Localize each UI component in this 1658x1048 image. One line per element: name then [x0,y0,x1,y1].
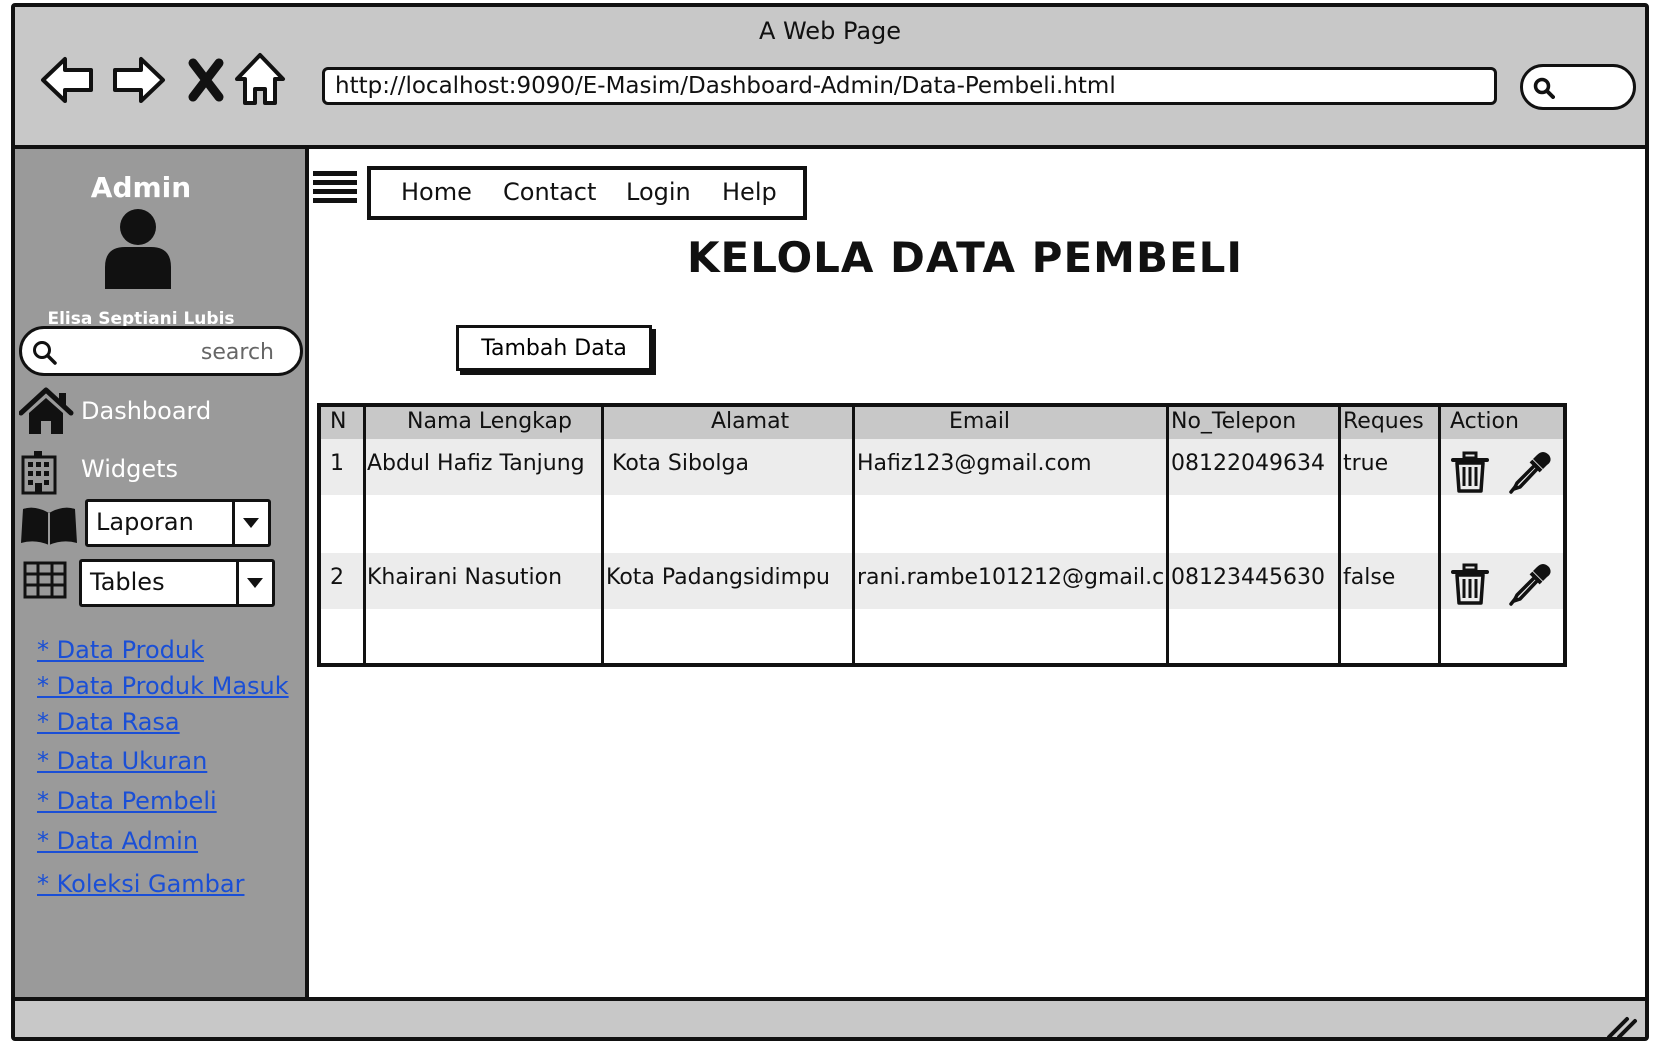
sidebar-item-widgets[interactable]: Widgets [19,445,299,495]
arrow-left-icon[interactable] [39,51,97,109]
trash-icon[interactable] [1451,451,1489,493]
sidebar-link-data-pembeli[interactable]: * Data Pembeli [37,787,217,815]
sidebar-link-data-admin[interactable]: * Data Admin [37,827,198,855]
sidebar-search[interactable] [19,326,303,376]
cell-no: 2 [330,565,344,590]
column-header: Alamat [711,409,790,434]
sidebar-link-koleksi-gambar[interactable]: * Koleksi Gambar [37,870,244,898]
cell-alamat: Kota Padangsidimpu [606,565,830,590]
column-divider [1166,407,1169,663]
cell-no: 1 [330,451,344,476]
data-table: N Nama Lengkap Alamat Email No_Telepon R… [317,403,1567,667]
sidebar-item-label: Dashboard [81,397,212,425]
column-header: No_Telepon [1171,409,1297,434]
arrow-right-icon[interactable] [109,51,167,109]
search-icon [33,341,57,365]
cell-nama: Khairani Nasution [367,565,563,590]
browser-window: A Web Page http://localhost:9090/E-Masim… [11,3,1649,1041]
hamburger-icon[interactable] [311,169,359,209]
cell-email: rani.rambe101212@gmail.c [857,565,1164,590]
browser-search[interactable] [1520,64,1636,110]
url-bar[interactable]: http://localhost:9090/E-Masim/Dashboard-… [322,67,1497,105]
laporan-select-value: Laporan [96,508,194,536]
book-icon [21,507,77,545]
eyedropper-icon[interactable] [1507,447,1555,495]
column-divider [1338,407,1341,663]
cell-email: Hafiz123@gmail.com [857,451,1092,476]
home-icon [19,387,74,434]
column-header: Reques [1343,409,1424,434]
sidebar-title: Admin [90,171,192,204]
sidebar-item-label: Widgets [81,455,179,483]
cell-telepon: 08122049634 [1171,451,1325,476]
user-avatar-icon [105,209,171,289]
sidebar-item-dashboard[interactable]: Dashboard [19,387,299,437]
trash-icon[interactable] [1451,563,1489,605]
cell-alamat: Kota Sibolga [612,451,749,476]
nav-home[interactable]: Home [401,178,472,206]
sidebar-link-data-ukuran[interactable]: * Data Ukuran [37,747,207,775]
tables-select[interactable]: Tables [79,559,275,607]
tables-select-value: Tables [90,568,165,596]
column-divider [1438,407,1441,663]
sidebar-link-data-produk[interactable]: * Data Produk [37,636,204,664]
search-input[interactable] [62,335,276,369]
top-nav: Home Contact Login Help [367,166,807,220]
browser-chrome: A Web Page http://localhost:9090/E-Masim… [15,7,1645,149]
resize-handle-icon[interactable] [1605,1013,1639,1039]
status-bar [15,997,1645,1039]
eyedropper-icon[interactable] [1507,559,1555,607]
nav-help[interactable]: Help [722,178,777,206]
cell-request: false [1343,565,1396,590]
cell-nama: Abdul Hafiz Tanjung [367,451,585,476]
close-icon[interactable] [177,51,235,109]
cell-request: true [1343,451,1389,476]
column-header: Nama Lengkap [407,409,572,434]
nav-login[interactable]: Login [626,178,691,206]
add-data-button[interactable]: Tambah Data [456,325,652,371]
sidebar-link-data-produk-masuk[interactable]: * Data Produk Masuk [37,672,289,700]
column-header: Action [1450,409,1519,434]
sidebar-link-data-rasa[interactable]: * Data Rasa [37,708,180,736]
column-divider [363,407,366,663]
page-title: KELOLA DATA PEMBELI [686,233,1244,282]
column-divider [601,407,604,663]
column-header: Email [949,409,1011,434]
building-icon [21,451,57,495]
column-divider [852,407,855,663]
table-grid-icon [23,561,67,599]
window-title: A Web Page [758,17,902,45]
laporan-select[interactable]: Laporan [85,499,271,547]
nav-contact[interactable]: Contact [503,178,596,206]
column-header: N [330,409,347,434]
sidebar: Admin Elisa Septiani Lubis Dashboard [15,149,309,997]
chevron-down-icon[interactable] [232,502,268,544]
cell-telepon: 08123445630 [1171,565,1325,590]
home-icon[interactable] [231,51,289,109]
chevron-down-icon[interactable] [236,562,272,604]
search-icon [1533,77,1555,99]
